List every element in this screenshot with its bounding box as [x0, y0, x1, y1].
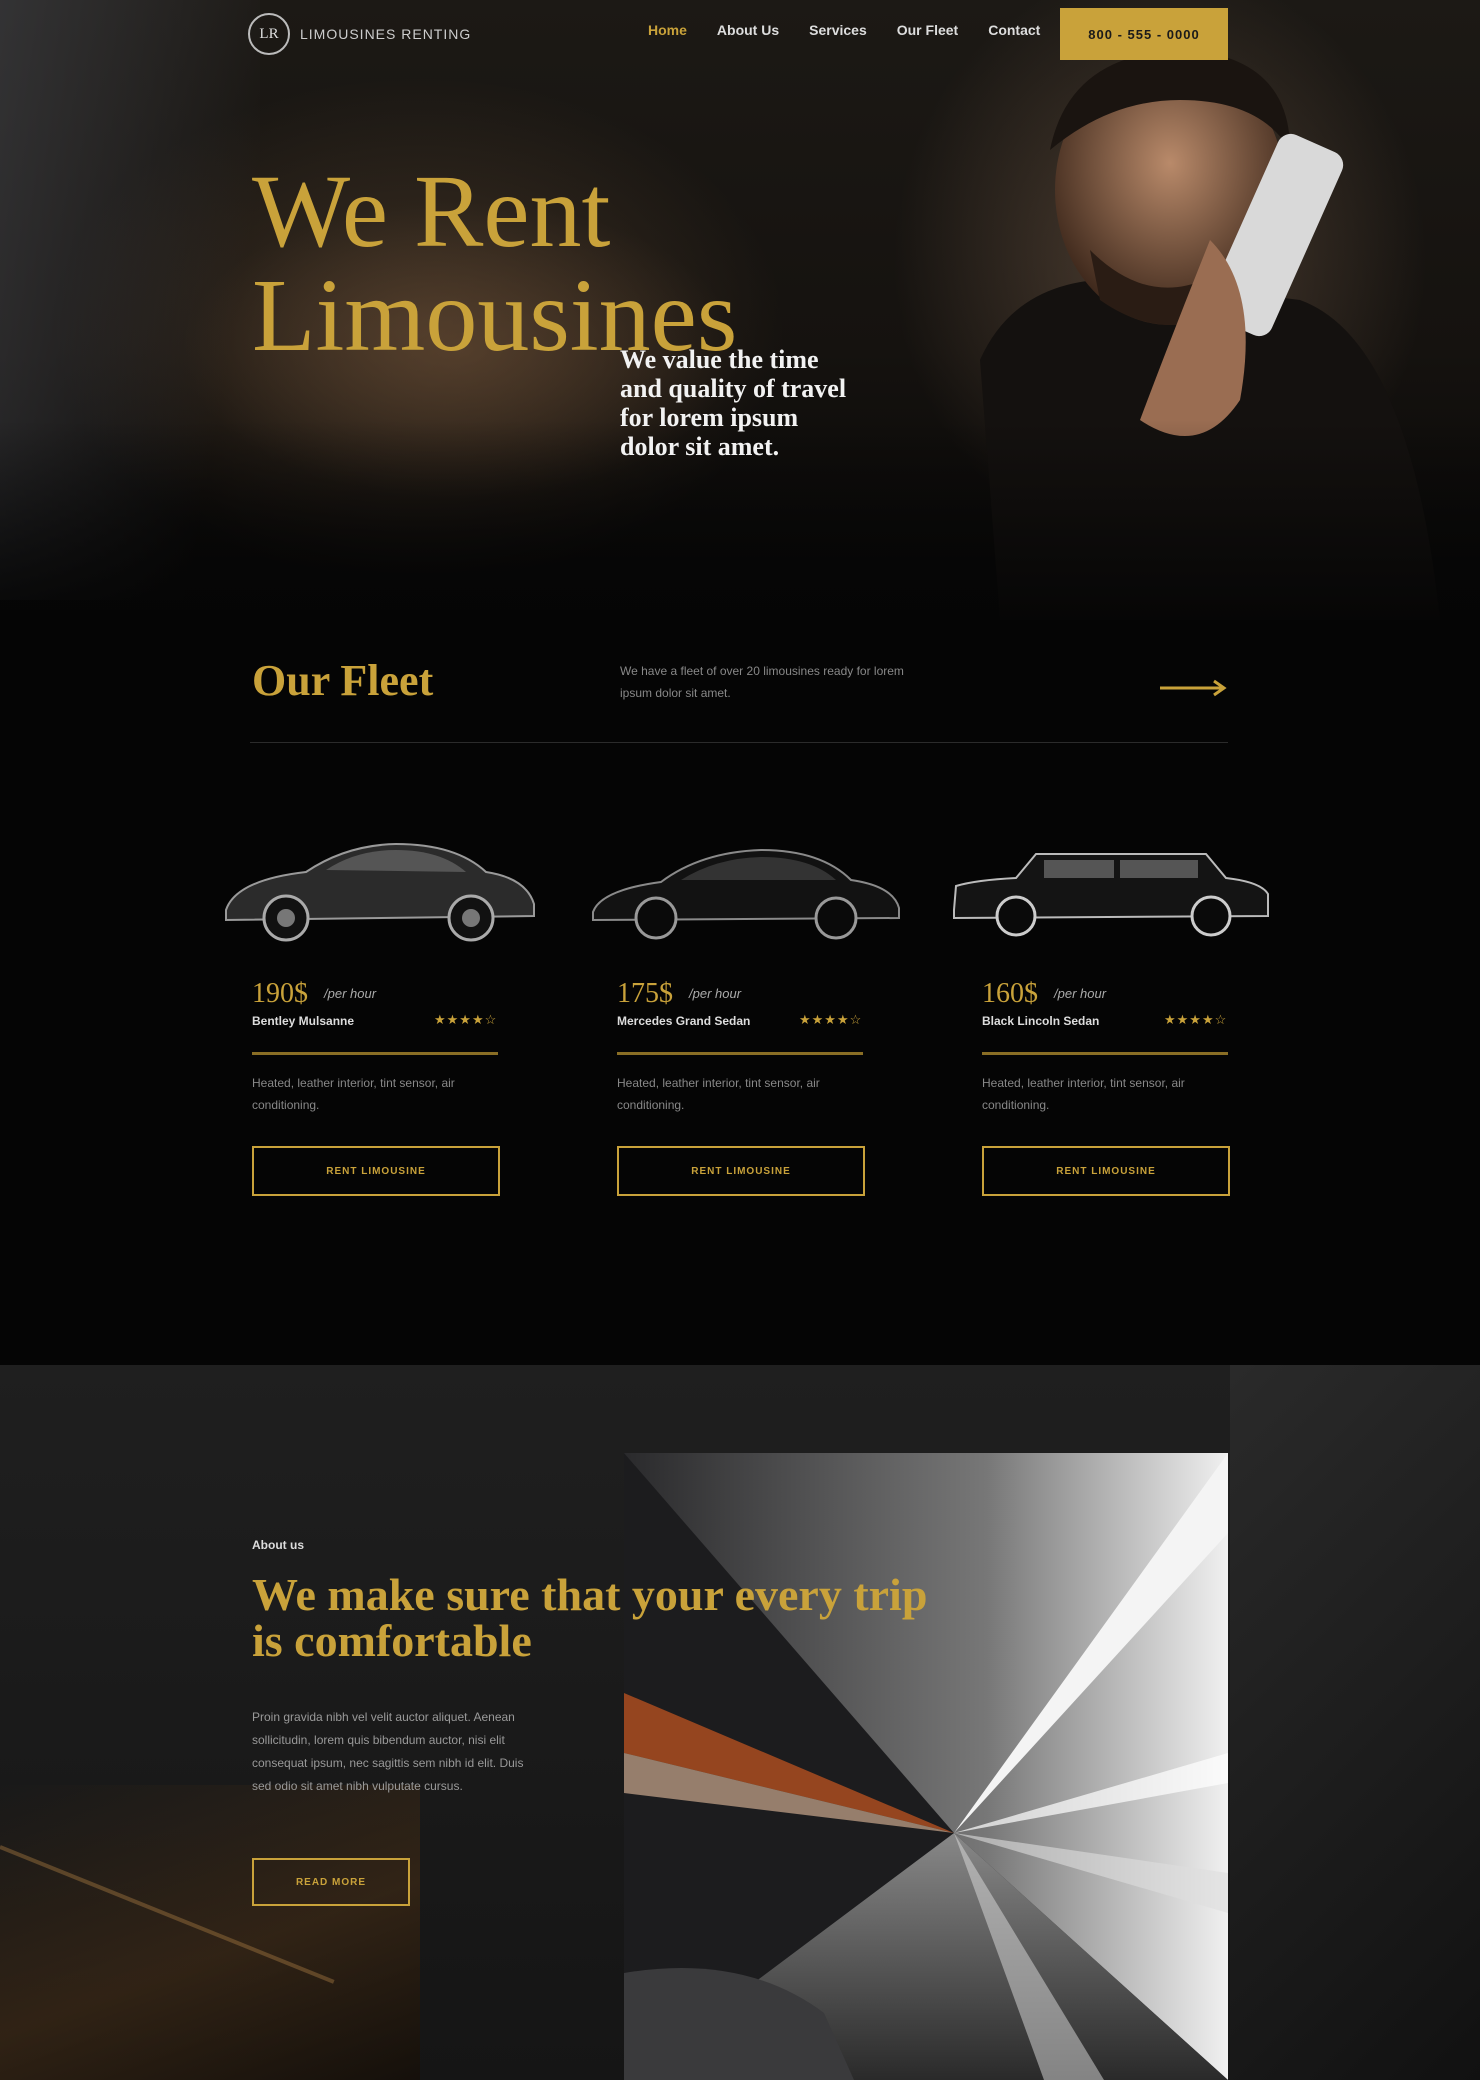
card-divider	[982, 1052, 1228, 1055]
card-price: 190$	[252, 978, 308, 1009]
card-description: Heated, leather interior, tint sensor, a…	[252, 1076, 455, 1112]
arrow-right-icon[interactable]	[1158, 678, 1228, 698]
tunnel-road-photo	[624, 1453, 1228, 2080]
fleet-card: 190$ /per hour Bentley Mulsanne ★★★★☆ He…	[225, 800, 552, 1200]
fleet-card: 160$ /per hour Black Lincoln Sedan ★★★★☆…	[953, 800, 1282, 1200]
nav-links: Home About Us Services Our Fleet Contact	[648, 22, 1040, 38]
hero-section: LR LIMOUSINES RENTING Home About Us Serv…	[0, 0, 1480, 640]
phone-button[interactable]: 800 - 555 - 0000	[1060, 8, 1228, 60]
nav-link-contact[interactable]: Contact	[988, 22, 1040, 38]
mercedes-car-image	[592, 848, 900, 940]
rent-limousine-button[interactable]: RENT LIMOUSINE	[982, 1146, 1230, 1196]
card-description: Heated, leather interior, tint sensor, a…	[617, 1076, 820, 1112]
fleet-title: Our Fleet	[252, 656, 434, 705]
card-car-name: Mercedes Grand Sedan	[617, 1014, 751, 1028]
fleet-description: We have a fleet of over 20 limousines re…	[620, 664, 904, 700]
bentley-car-image	[225, 842, 535, 942]
card-per-hour: /per hour	[1054, 986, 1107, 1001]
lincoln-car-image	[953, 853, 1269, 937]
hero-subtitle: We value the time and quality of travel …	[620, 345, 847, 461]
fleet-card: 175$ /per hour Mercedes Grand Sedan ★★★★…	[592, 800, 917, 1200]
about-label: About us	[252, 1538, 304, 1552]
hero-title: We Rent Limousines	[252, 160, 972, 368]
card-per-hour: /per hour	[689, 986, 742, 1001]
card-divider	[252, 1052, 498, 1055]
hero-title-line1: We Rent	[252, 154, 611, 269]
rating-stars-icon: ★★★★☆	[434, 1012, 498, 1027]
rent-limousine-button[interactable]: RENT LIMOUSINE	[252, 1146, 500, 1196]
card-car-name: Bentley Mulsanne	[252, 1014, 355, 1028]
about-section	[0, 1365, 1480, 2080]
card-car-name: Black Lincoln Sedan	[982, 1014, 1100, 1028]
rating-stars-icon: ★★★★☆	[799, 1012, 863, 1027]
rent-limousine-button[interactable]: RENT LIMOUSINE	[617, 1146, 865, 1196]
logo-text[interactable]: LIMOUSINES RENTING	[300, 26, 471, 42]
nav-link-home[interactable]: Home	[648, 22, 687, 38]
card-price: 175$	[617, 978, 673, 1009]
card-price: 160$	[982, 978, 1038, 1009]
about-title: We make sure that your every trip is com…	[252, 1569, 928, 1666]
about-text: Proin gravida nibh vel velit auctor aliq…	[252, 1710, 524, 1793]
card-per-hour: /per hour	[324, 986, 377, 1001]
nav-link-about[interactable]: About Us	[717, 22, 779, 38]
card-divider	[617, 1052, 863, 1055]
card-description: Heated, leather interior, tint sensor, a…	[982, 1076, 1185, 1112]
about-right-shade	[1230, 1365, 1480, 2080]
nav-link-services[interactable]: Services	[809, 22, 867, 38]
logo-icon[interactable]: LR	[248, 13, 290, 55]
fleet-divider	[250, 742, 1228, 743]
nav-link-fleet[interactable]: Our Fleet	[897, 22, 958, 38]
rating-stars-icon: ★★★★☆	[1164, 1012, 1228, 1027]
read-more-button[interactable]: READ MORE	[252, 1858, 410, 1906]
top-navigation: LR LIMOUSINES RENTING Home About Us Serv…	[248, 8, 1228, 60]
